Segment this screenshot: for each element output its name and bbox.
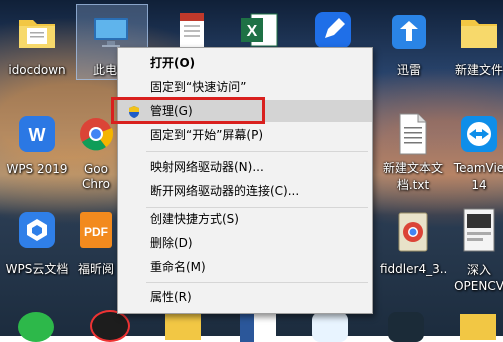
desktop-icon-label: WPS云文档 bbox=[5, 262, 69, 276]
desktop-icon-label: Goo Chro bbox=[82, 162, 110, 191]
book-cover-icon bbox=[459, 208, 499, 252]
fiddler-installer-icon bbox=[393, 210, 433, 254]
desktop-icon-foxit-pdf[interactable]: PDF 福昕阅 bbox=[76, 206, 116, 276]
excel-icon: X bbox=[239, 10, 279, 50]
word-icon[interactable] bbox=[240, 312, 276, 342]
computer-icon bbox=[91, 12, 131, 52]
menu-item-label: 删除(D) bbox=[150, 236, 193, 250]
qq-icon[interactable] bbox=[312, 312, 348, 342]
foxit-pdf-icon: PDF bbox=[76, 210, 116, 250]
menu-item-rename[interactable]: 重命名(M) bbox=[118, 256, 372, 278]
svg-text:W: W bbox=[29, 125, 46, 145]
desktop-icon-label: fiddler4_3... bbox=[380, 262, 446, 276]
menu-item-map-network-drive[interactable]: 映射网络驱动器(N)... bbox=[118, 156, 372, 178]
menu-item-label: 属性(R) bbox=[150, 290, 192, 304]
desktop-icon-label: 深入 OPENCV bbox=[454, 263, 503, 293]
menu-item-label: 断开网络驱动器的连接(C)... bbox=[150, 184, 300, 198]
wps-icon: W bbox=[17, 114, 57, 154]
menu-item-create-shortcut[interactable]: 创建快捷方式(S) bbox=[118, 208, 372, 230]
desktop-icon-label: 福昕阅 bbox=[77, 262, 114, 276]
desktop-icon-chrome[interactable]: Goo Chro bbox=[76, 110, 116, 191]
manage-highlight-box bbox=[111, 97, 265, 124]
desktop-icon-label: TeamVie 14 bbox=[453, 161, 503, 192]
menu-item-label: 重命名(M) bbox=[150, 260, 206, 274]
desktop-icon-new-text-document[interactable]: 新建文本文档.txt bbox=[380, 110, 446, 192]
editor-app-icon bbox=[313, 10, 353, 50]
folder-icon bbox=[17, 12, 57, 52]
menu-separator bbox=[146, 282, 368, 283]
xunlei-icon bbox=[389, 12, 429, 52]
menu-item-label: 打开(O) bbox=[150, 56, 196, 70]
desktop-icon-label: 迅雷 bbox=[396, 63, 421, 77]
desktop-icon-xunlei[interactable]: 迅雷 bbox=[376, 6, 442, 77]
desktop-icon-label: WPS 2019 bbox=[6, 162, 68, 176]
desktop-icon-label: idocdown bbox=[8, 63, 66, 77]
desktop-icon-idocdown[interactable]: idocdown bbox=[4, 6, 70, 77]
menu-item-label: 固定到“快速访问” bbox=[150, 80, 247, 94]
text-file-icon bbox=[393, 112, 433, 156]
plus-app-icon[interactable] bbox=[18, 312, 54, 342]
document-shortcut-icon bbox=[176, 10, 210, 50]
menu-item-label: 创建快捷方式(S) bbox=[150, 212, 239, 226]
desktop-icon-teamviewer[interactable]: TeamVie 14 bbox=[446, 110, 503, 192]
svg-text:X: X bbox=[247, 23, 258, 40]
teamviewer-icon bbox=[459, 114, 499, 154]
nox-icon[interactable] bbox=[388, 312, 424, 342]
svg-text:PDF: PDF bbox=[84, 225, 108, 239]
menu-item-pin-start[interactable]: 固定到“开始”屏幕(P) bbox=[118, 124, 372, 146]
folder-icon[interactable] bbox=[165, 314, 201, 340]
folder-icon[interactable] bbox=[460, 314, 496, 340]
menu-item-label: 映射网络驱动器(N)... bbox=[150, 160, 264, 174]
menu-item-disconnect-network-drive[interactable]: 断开网络驱动器的连接(C)... bbox=[118, 180, 372, 202]
folder-icon bbox=[459, 12, 499, 52]
menu-separator bbox=[146, 151, 368, 152]
desktop-icon-opencv-book[interactable]: 深入 OPENCV bbox=[446, 206, 503, 293]
desktop-icon-label: 新建文件 bbox=[454, 63, 503, 77]
desktop-icon-wps2019[interactable]: W WPS 2019 bbox=[4, 110, 70, 182]
chrome-icon bbox=[76, 114, 116, 154]
desktop-icon-new-folder[interactable]: 新建文件 bbox=[446, 6, 503, 77]
menu-item-pin-quick-access[interactable]: 固定到“快速访问” bbox=[118, 76, 372, 98]
context-menu: 打开(O) 固定到“快速访问” 管理(G) 固定到“开始”屏幕(P) 映射网络驱… bbox=[117, 47, 373, 314]
menu-item-label: 固定到“开始”屏幕(P) bbox=[150, 128, 264, 142]
desktop-icon-fiddler-installer[interactable]: fiddler4_3... bbox=[380, 206, 446, 276]
menu-item-delete[interactable]: 删除(D) bbox=[118, 232, 372, 254]
desktop-icon-label: 新建文本文档.txt bbox=[382, 161, 443, 192]
desktop-icon-wps-cloud[interactable]: WPS云文档 bbox=[4, 206, 70, 276]
menu-item-open[interactable]: 打开(O) bbox=[118, 52, 372, 74]
wps-cloud-icon bbox=[17, 210, 57, 250]
menu-item-properties[interactable]: 属性(R) bbox=[118, 286, 372, 308]
video-app-icon[interactable] bbox=[90, 310, 130, 342]
